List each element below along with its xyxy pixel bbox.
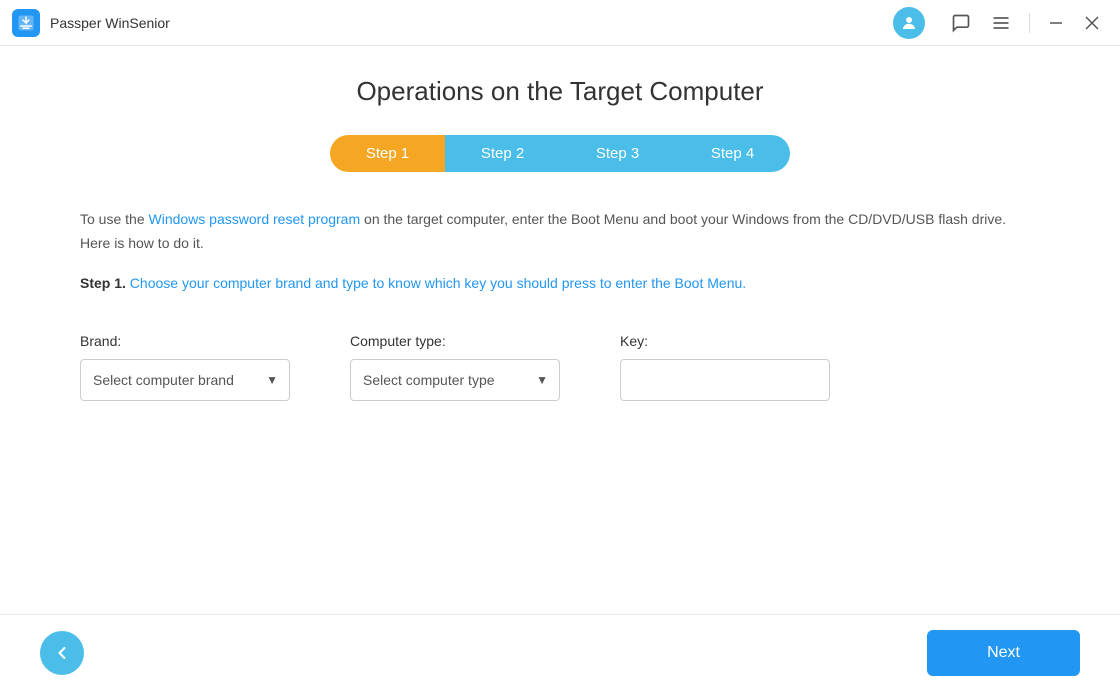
user-avatar[interactable] bbox=[893, 7, 925, 39]
step-3[interactable]: Step 3 bbox=[560, 135, 675, 172]
key-label: Key: bbox=[620, 333, 830, 349]
key-group: Key: bbox=[620, 333, 830, 401]
minimize-button[interactable] bbox=[1040, 7, 1072, 39]
app-title: Passper WinSenior bbox=[50, 15, 893, 31]
page-title: Operations on the Target Computer bbox=[80, 76, 1040, 107]
brand-group: Brand: Select computer brand Dell HP Len… bbox=[80, 333, 290, 401]
type-label: Computer type: bbox=[350, 333, 560, 349]
next-button[interactable]: Next bbox=[927, 630, 1080, 676]
type-select-wrapper: Select computer type Laptop Desktop ▼ bbox=[350, 359, 560, 401]
main-content: Operations on the Target Computer Step 1… bbox=[0, 46, 1120, 614]
step-2[interactable]: Step 2 bbox=[445, 135, 560, 172]
key-input[interactable] bbox=[620, 359, 830, 401]
steps-container: Step 1 Step 2 Step 3 Step 4 bbox=[80, 135, 1040, 172]
desc-part1: To use the bbox=[80, 211, 149, 227]
title-bar-controls bbox=[893, 5, 1108, 41]
description-text: To use the Windows password reset progra… bbox=[80, 208, 1040, 256]
brand-select-wrapper: Select computer brand Dell HP Lenovo Asu… bbox=[80, 359, 290, 401]
chat-icon-btn[interactable] bbox=[943, 5, 979, 41]
instruction-bold: Step 1. bbox=[80, 275, 126, 291]
separator bbox=[1029, 13, 1030, 33]
instruction-blue: Choose your computer brand and type to k… bbox=[126, 275, 746, 291]
step-1[interactable]: Step 1 bbox=[330, 135, 445, 172]
title-bar: Passper WinSenior bbox=[0, 0, 1120, 46]
menu-icon-btn[interactable] bbox=[983, 5, 1019, 41]
brand-select[interactable]: Select computer brand Dell HP Lenovo Asu… bbox=[80, 359, 290, 401]
back-button[interactable] bbox=[40, 631, 84, 675]
description-block: To use the Windows password reset progra… bbox=[80, 208, 1040, 295]
steps-bar: Step 1 Step 2 Step 3 Step 4 bbox=[330, 135, 790, 172]
bottom-bar: Next bbox=[0, 614, 1120, 690]
type-select[interactable]: Select computer type Laptop Desktop bbox=[350, 359, 560, 401]
step-4[interactable]: Step 4 bbox=[675, 135, 790, 172]
brand-label: Brand: bbox=[80, 333, 290, 349]
type-group: Computer type: Select computer type Lapt… bbox=[350, 333, 560, 401]
app-logo bbox=[12, 9, 40, 37]
close-button[interactable] bbox=[1076, 7, 1108, 39]
step-instruction: Step 1. Choose your computer brand and t… bbox=[80, 272, 1040, 296]
desc-highlight: Windows password reset program bbox=[149, 211, 361, 227]
form-area: Brand: Select computer brand Dell HP Len… bbox=[80, 333, 1040, 401]
